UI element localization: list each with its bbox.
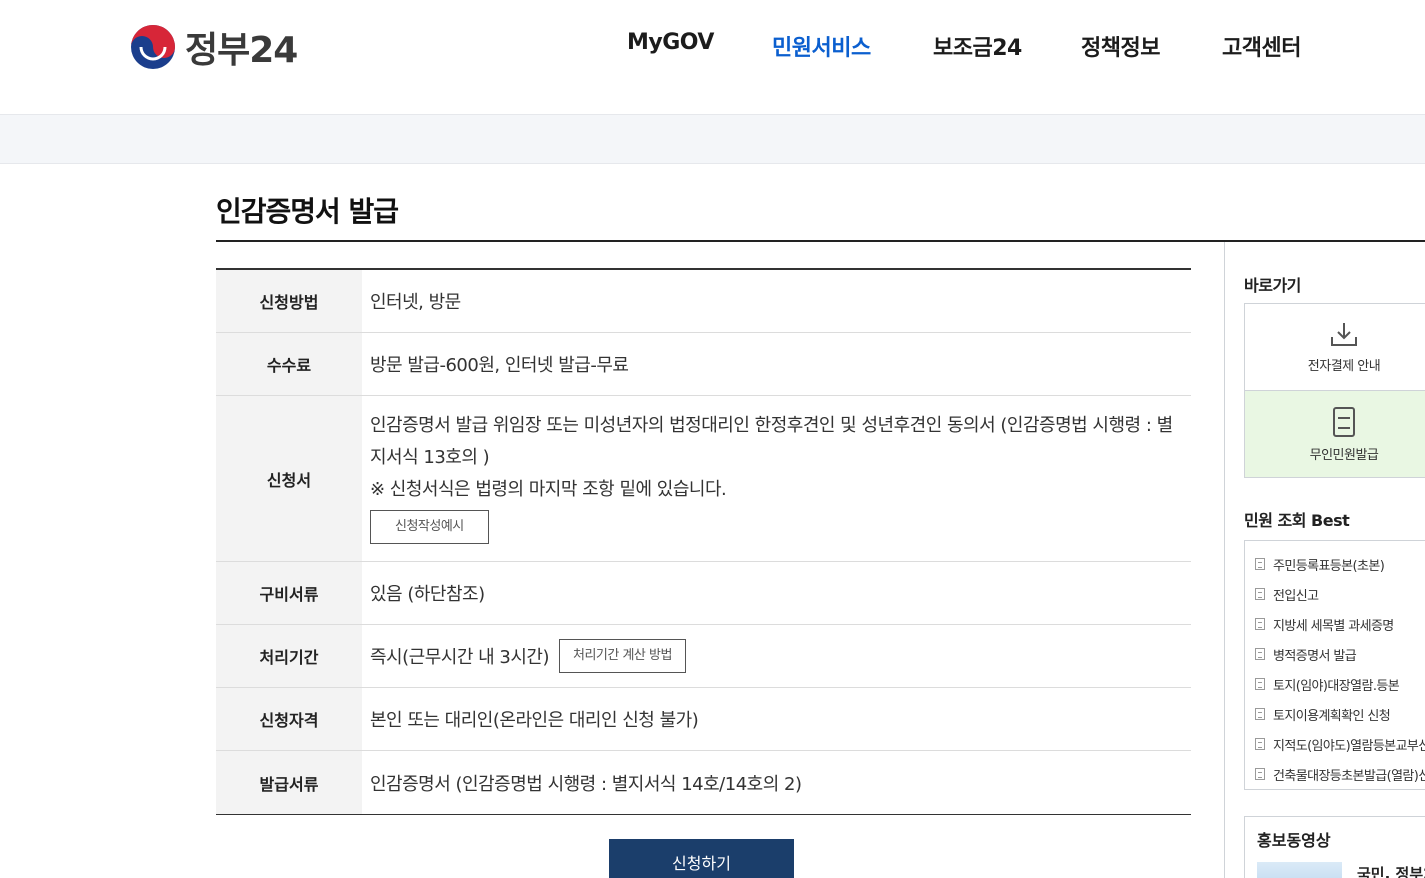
value-processing-period: 즉시(근무시간 내 3시간) — [370, 647, 549, 668]
best-item[interactable]: 토지(임야)대장열람.등본 — [1245, 669, 1425, 699]
value-eligibility: 본인 또는 대리인(온라인은 대리인 신청 불가) — [370, 710, 699, 731]
value-processing-period-cell: 즉시(근무시간 내 3시간) 처리기간 계산 방법 — [362, 625, 1191, 687]
best-item-label: 토지(임야)대장열람.등본 — [1273, 678, 1400, 694]
row-eligibility: 신청자격 본인 또는 대리인(온라인은 대리인 신청 불가) — [216, 688, 1191, 751]
label-fee: 수수료 — [216, 333, 362, 395]
shortcut-kiosk[interactable]: 무인민원발급 — [1245, 391, 1425, 477]
shortcut-epayment-label: 전자결제 안내 — [1307, 358, 1381, 374]
best-item[interactable]: 전입신고 — [1245, 579, 1425, 609]
document-icon — [1255, 768, 1265, 780]
shortcut-epayment[interactable]: 전자결제 안내 — [1245, 304, 1425, 391]
best-item[interactable]: 병적증명서 발급 — [1245, 639, 1425, 669]
best-item-label: 토지이용계획확인 신청 — [1273, 708, 1391, 724]
label-issued-documents: 발급서류 — [216, 751, 362, 814]
kiosk-icon — [1333, 406, 1355, 437]
main-nav: MyGOV 민원서비스 보조금24 정책정보 고객센터 — [0, 30, 1425, 62]
sidebar-divider — [1224, 242, 1225, 878]
form-description: 인감증명서 발급 위임장 또는 미성년자의 법정대리인 한정후견인 및 성년후견… — [370, 415, 1173, 468]
promo-video-thumbnail[interactable] — [1257, 862, 1342, 878]
nav-subsidy24[interactable]: 보조금24 — [933, 30, 1022, 62]
value-application-form: 인감증명서 발급 위임장 또는 미성년자의 법정대리인 한정후견인 및 성년후견… — [362, 396, 1191, 561]
sub-navigation-bar — [0, 115, 1425, 164]
period-calc-button[interactable]: 처리기간 계산 방법 — [558, 639, 686, 673]
promo-video-panel: 홍보동영상 국민, 정부24 — [1244, 816, 1425, 878]
best-item[interactable]: 주민등록표등본(초본) — [1245, 549, 1425, 579]
value-documents: 있음 (하단참조) — [370, 584, 485, 605]
best-item-label: 주민등록표등본(초본) — [1273, 558, 1385, 574]
best-item[interactable]: 건축물대장등초본발급(열람)신청 — [1245, 759, 1425, 789]
row-documents: 구비서류 있음 (하단참조) — [216, 562, 1191, 625]
label-processing-period: 처리기간 — [216, 625, 362, 687]
document-icon — [1255, 678, 1265, 690]
document-icon — [1255, 558, 1265, 570]
shortcut-panel: 전자결제 안내 무인민원발급 — [1244, 303, 1425, 478]
value-issued-documents: 인감증명서 (인감증명법 시행령 : 별지서식 14호/14호의 2) — [370, 773, 802, 795]
form-example-button[interactable]: 신청작성예시 — [370, 510, 489, 544]
nav-civil-service[interactable]: 민원서비스 — [772, 30, 871, 62]
label-application-form: 신청서 — [216, 396, 362, 561]
row-processing-period: 처리기간 즉시(근무시간 내 3시간) 처리기간 계산 방법 — [216, 625, 1191, 688]
page-title: 인감증명서 발급 — [216, 195, 399, 228]
row-fee: 수수료 방문 발급-600원, 인터넷 발급-무료 — [216, 333, 1191, 396]
best-item[interactable]: 지적도(임야도)열람등본교부신청 — [1245, 729, 1425, 759]
best-item-label: 병적증명서 발급 — [1273, 648, 1357, 664]
best-item-label: 지방세 세목별 과세증명 — [1273, 618, 1394, 634]
best-list: 주민등록표등본(초본) 전입신고 지방세 세목별 과세증명 병적증명서 발급 토… — [1244, 540, 1425, 790]
document-icon — [1255, 648, 1265, 660]
shortcut-title: 바로가기 — [1244, 276, 1301, 295]
label-eligibility: 신청자격 — [216, 688, 362, 750]
best-item-label: 전입신고 — [1273, 588, 1319, 604]
promo-title: 홍보동영상 — [1257, 831, 1331, 850]
title-divider — [216, 240, 1425, 242]
label-method: 신청방법 — [216, 270, 362, 332]
nav-customer-center[interactable]: 고객센터 — [1222, 30, 1301, 62]
nav-mygov[interactable]: MyGOV — [627, 30, 714, 55]
best-item[interactable]: 토지이용계획확인 신청 — [1245, 699, 1425, 729]
best-item[interactable]: 지방세 세목별 과세증명 — [1245, 609, 1425, 639]
nav-policy-info[interactable]: 정책정보 — [1081, 30, 1160, 62]
value-fee: 방문 발급-600원, 인터넷 발급-무료 — [370, 355, 629, 376]
apply-button[interactable]: 신청하기 — [609, 839, 794, 878]
promo-caption[interactable]: 국민, 정부24 — [1357, 863, 1425, 878]
row-method: 신청방법 인터넷, 방문 — [216, 270, 1191, 333]
download-icon — [1331, 322, 1357, 346]
label-documents: 구비서류 — [216, 562, 362, 624]
best-item-label: 건축물대장등초본발급(열람)신청 — [1273, 768, 1425, 784]
document-icon — [1255, 738, 1265, 750]
site-header: 정부24 MyGOV 민원서비스 보조금24 정책정보 고객센터 — [0, 0, 1425, 115]
value-method: 인터넷, 방문 — [370, 292, 461, 313]
document-icon — [1255, 708, 1265, 720]
best-item-label: 지적도(임야도)열람등본교부신청 — [1273, 738, 1425, 754]
form-notice: ※ 신청서식은 법령의 마지막 조항 밑에 있습니다. — [370, 479, 727, 500]
shortcut-kiosk-label: 무인민원발급 — [1309, 447, 1379, 463]
service-info-table: 신청방법 인터넷, 방문 수수료 방문 발급-600원, 인터넷 발급-무료 신… — [216, 268, 1191, 815]
row-application-form: 신청서 인감증명서 발급 위임장 또는 미성년자의 법정대리인 한정후견인 및 … — [216, 396, 1191, 562]
row-issued-documents: 발급서류 인감증명서 (인감증명법 시행령 : 별지서식 14호/14호의 2) — [216, 751, 1191, 814]
document-icon — [1255, 618, 1265, 630]
document-icon — [1255, 588, 1265, 600]
best-title: 민원 조회 Best — [1244, 511, 1350, 530]
